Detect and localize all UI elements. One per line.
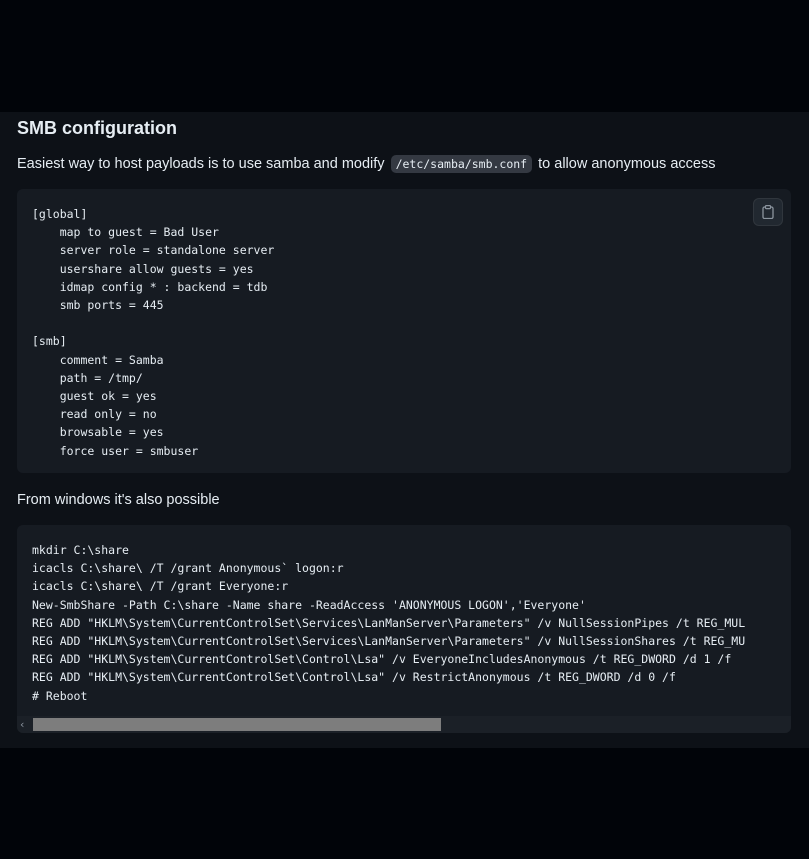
intro-text-after: to allow anonymous access bbox=[534, 156, 716, 172]
copy-button[interactable] bbox=[753, 198, 783, 226]
scroll-left-arrow[interactable]: ‹ bbox=[20, 716, 32, 733]
section-heading: SMB configuration bbox=[17, 118, 177, 138]
windows-code[interactable]: mkdir C:\share icacls C:\share\ /T /gran… bbox=[32, 541, 745, 705]
inline-code-path: /etc/samba/smb.conf bbox=[390, 155, 533, 173]
clipboard-icon bbox=[762, 205, 774, 219]
windows-paragraph: From windows it's also possible bbox=[17, 492, 220, 508]
intro-paragraph: Easiest way to host payloads is to use s… bbox=[17, 154, 715, 174]
scrollbar-thumb[interactable] bbox=[33, 718, 441, 731]
smb-conf-code[interactable]: [global] map to guest = Bad User server … bbox=[32, 205, 274, 460]
intro-text-before: Easiest way to host payloads is to use s… bbox=[17, 156, 389, 172]
windows-code-block[interactable]: mkdir C:\share icacls C:\share\ /T /gran… bbox=[17, 525, 791, 733]
horizontal-scrollbar[interactable]: ‹ bbox=[17, 716, 791, 733]
smb-conf-code-block[interactable]: [global] map to guest = Bad User server … bbox=[17, 189, 791, 473]
